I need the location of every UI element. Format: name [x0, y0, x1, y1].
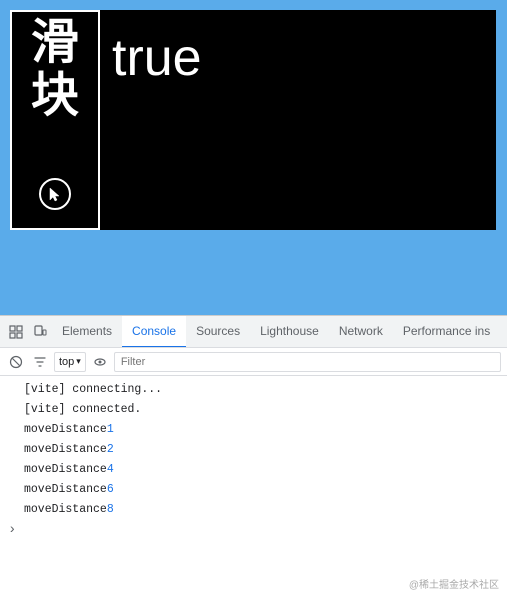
console-number: 8: [107, 501, 114, 519]
cursor-circle: [39, 178, 71, 210]
console-number: 6: [107, 481, 114, 499]
console-output: [vite] connecting... [vite] connected. m…: [0, 376, 507, 599]
console-line: moveDistance 2: [0, 440, 507, 460]
true-value: true: [112, 28, 202, 88]
browser-viewport: 滑 块 true: [0, 0, 507, 315]
console-line: [vite] connecting...: [0, 380, 507, 400]
context-dropdown[interactable]: top ▾: [54, 352, 86, 372]
devtools-toolbar: top ▾: [0, 348, 507, 376]
device-toggle-icon[interactable]: [28, 320, 52, 344]
console-text: [vite] connected.: [24, 401, 141, 419]
eye-icon[interactable]: [90, 352, 110, 372]
prompt-symbol: ›: [8, 522, 16, 538]
console-line: moveDistance 4: [0, 460, 507, 480]
tab-performance-ins[interactable]: Performance ins: [393, 316, 500, 348]
chevron-down-icon: ▾: [76, 356, 81, 367]
console-text: moveDistance: [24, 441, 107, 459]
console-number: 1: [107, 421, 114, 439]
chinese-char-2: 块: [31, 70, 79, 123]
console-line: moveDistance 1: [0, 420, 507, 440]
watermark: @稀土掘金技术社区: [409, 575, 499, 593]
console-prompt[interactable]: ›: [0, 520, 507, 540]
console-text: moveDistance: [24, 501, 107, 519]
clear-console-icon[interactable]: [6, 352, 26, 372]
console-line: [vite] connected.: [0, 400, 507, 420]
console-text: [vite] connecting...: [24, 381, 162, 399]
chinese-char-1: 滑: [31, 17, 79, 70]
filter-input[interactable]: [114, 352, 501, 372]
cursor-icon: [48, 186, 62, 202]
devtools-tabs-bar: Elements Console Sources Lighthouse Netw…: [0, 316, 507, 348]
app-area: 滑 块 true: [10, 10, 496, 230]
console-line: moveDistance 8: [0, 500, 507, 520]
app-left-panel: 滑 块: [10, 10, 100, 230]
console-text: moveDistance: [24, 481, 107, 499]
console-text: moveDistance: [24, 421, 107, 439]
console-number: 2: [107, 441, 114, 459]
filter-toggle-icon[interactable]: [30, 352, 50, 372]
inspect-element-icon[interactable]: [4, 320, 28, 344]
console-line: moveDistance 6: [0, 480, 507, 500]
tab-sources[interactable]: Sources: [186, 316, 250, 348]
tab-network[interactable]: Network: [329, 316, 393, 348]
app-right-panel: true: [100, 10, 496, 230]
tab-elements[interactable]: Elements: [52, 316, 122, 348]
console-text: moveDistance: [24, 461, 107, 479]
console-number: 4: [107, 461, 114, 479]
devtools-panel: Elements Console Sources Lighthouse Netw…: [0, 315, 507, 599]
tab-console[interactable]: Console: [122, 316, 186, 348]
tab-lighthouse[interactable]: Lighthouse: [250, 316, 329, 348]
